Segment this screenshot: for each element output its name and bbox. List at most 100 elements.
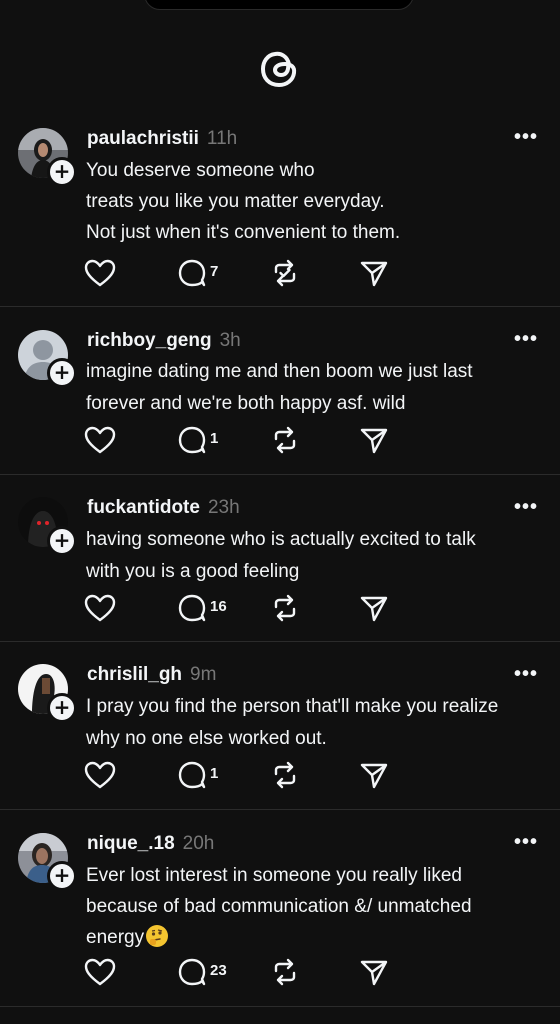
- reply-count: 7: [210, 263, 219, 280]
- username-text: richboy_geng: [87, 330, 212, 351]
- post-text: Ever lost interest in someone you really…: [86, 860, 536, 953]
- post-text-line: I pray you find the person that'll make …: [86, 696, 499, 717]
- like-button[interactable]: [84, 957, 116, 987]
- post-actions: 1: [84, 760, 404, 790]
- send-icon: [360, 261, 388, 287]
- username-text: chrislil_gh: [87, 664, 183, 685]
- comment-icon: [178, 259, 206, 287]
- comment-icon: [178, 958, 206, 986]
- more-options-icon[interactable]: •••: [514, 328, 538, 351]
- post-text: imagine dating me and then boom we just …: [86, 356, 536, 420]
- repost-checked-icon: [274, 259, 296, 287]
- more-options-icon[interactable]: •••: [514, 496, 538, 519]
- post-timestamp: 9m: [190, 664, 217, 685]
- reply-button[interactable]: 1: [177, 425, 218, 455]
- heart-icon: [84, 426, 116, 454]
- post-text-line-with-emoji: energy: [86, 922, 536, 953]
- post-actions: 16: [84, 593, 404, 623]
- repost-button[interactable]: [270, 258, 300, 288]
- follow-plus-icon[interactable]: +: [47, 526, 77, 556]
- post-username[interactable]: fuckantidote 23h: [87, 497, 240, 519]
- heart-icon: [84, 594, 116, 622]
- follow-plus-icon[interactable]: +: [47, 157, 77, 187]
- like-button[interactable]: [84, 760, 116, 790]
- post-text-line: with you is a good feeling: [86, 561, 300, 582]
- divider: [0, 306, 560, 307]
- repost-button[interactable]: [270, 760, 300, 790]
- share-button[interactable]: [359, 957, 389, 987]
- post-timestamp: 23h: [207, 497, 240, 518]
- username-text: fuckantidote: [87, 497, 200, 518]
- post-text-line: having someone who is actually excited t…: [86, 529, 476, 550]
- post-text-line: forever and we're both happy asf. wild: [86, 393, 406, 414]
- divider: [0, 1006, 560, 1007]
- post-actions: 7: [84, 258, 404, 288]
- post-username[interactable]: richboy_geng 3h: [87, 330, 241, 352]
- more-options-icon[interactable]: •••: [514, 831, 538, 854]
- post-username[interactable]: paulachristii 11h: [87, 128, 237, 150]
- reply-count: 16: [210, 598, 227, 615]
- post-text-line: imagine dating me and then boom we just …: [86, 361, 473, 382]
- username-text: nique_.18: [87, 833, 175, 854]
- post-text-line: You deserve someone who: [86, 160, 315, 181]
- repost-button[interactable]: [270, 425, 300, 455]
- follow-plus-icon[interactable]: +: [47, 693, 77, 723]
- post-actions: 23: [84, 957, 404, 987]
- share-button[interactable]: [359, 425, 389, 455]
- repost-button[interactable]: [270, 957, 300, 987]
- more-options-icon[interactable]: •••: [514, 126, 538, 149]
- reply-button[interactable]: 23: [177, 957, 227, 987]
- share-button[interactable]: [359, 760, 389, 790]
- send-icon: [360, 428, 388, 454]
- comment-icon: [178, 594, 206, 622]
- threads-logo-icon[interactable]: [254, 42, 306, 94]
- more-options-icon[interactable]: •••: [514, 663, 538, 686]
- heart-icon: [84, 761, 116, 789]
- comment-icon: [178, 761, 206, 789]
- reply-button[interactable]: 16: [177, 593, 227, 623]
- heart-icon: [84, 958, 116, 986]
- post-text-line: because of bad communication &/ unmatche…: [86, 896, 472, 917]
- post-actions: 1: [84, 425, 404, 455]
- username-text: paulachristii: [87, 128, 199, 149]
- divider: [0, 641, 560, 642]
- comment-icon: [178, 426, 206, 454]
- divider: [0, 809, 560, 810]
- send-icon: [360, 763, 388, 789]
- post-timestamp: 3h: [219, 330, 241, 351]
- like-button[interactable]: [84, 258, 116, 288]
- post-username[interactable]: chrislil_gh 9m: [87, 664, 216, 686]
- reply-button[interactable]: 7: [177, 258, 218, 288]
- repost-icon: [274, 761, 296, 789]
- thinking-face-emoji: [146, 924, 169, 947]
- repost-button[interactable]: [270, 593, 300, 623]
- send-icon: [360, 596, 388, 622]
- post-text: having someone who is actually excited t…: [86, 524, 536, 588]
- follow-plus-icon[interactable]: +: [47, 861, 77, 891]
- repost-icon: [274, 958, 296, 986]
- like-button[interactable]: [84, 425, 116, 455]
- share-button[interactable]: [359, 593, 389, 623]
- post-text-line: Ever lost interest in someone you really…: [86, 865, 462, 886]
- reply-count: 1: [210, 765, 219, 782]
- share-button[interactable]: [359, 258, 389, 288]
- reply-count: 1: [210, 430, 219, 447]
- reply-button[interactable]: 1: [177, 760, 218, 790]
- like-button[interactable]: [84, 593, 116, 623]
- post-text: I pray you find the person that'll make …: [86, 691, 536, 755]
- post-text-line: Not just when it's convenient to them.: [86, 222, 401, 243]
- post-text-line: why no one else worked out.: [86, 728, 327, 749]
- repost-icon: [274, 426, 296, 454]
- post-timestamp: 20h: [182, 833, 215, 854]
- post-text: You deserve someone who treats you like …: [86, 155, 536, 248]
- post-text-line: treats you like you matter everyday.: [86, 191, 385, 212]
- follow-plus-icon[interactable]: +: [47, 358, 77, 388]
- repost-icon: [274, 594, 296, 622]
- device-notch: [144, 0, 414, 10]
- post-username[interactable]: nique_.18 20h: [87, 833, 214, 855]
- send-icon: [360, 960, 388, 986]
- post-text-line: energy: [86, 927, 145, 948]
- post-timestamp: 11h: [206, 128, 238, 149]
- divider: [0, 474, 560, 475]
- reply-count: 23: [210, 962, 227, 979]
